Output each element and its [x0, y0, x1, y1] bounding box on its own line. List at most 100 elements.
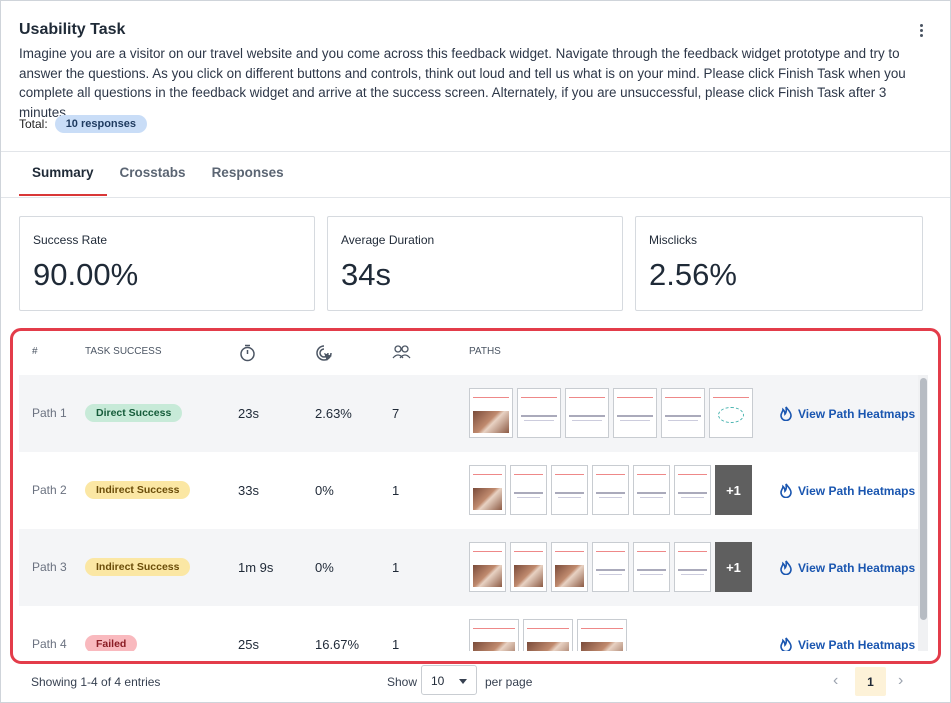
flame-icon: [780, 637, 792, 651]
stat-value: 2.56%: [649, 257, 737, 292]
view-path-heatmaps-link[interactable]: View Path Heatmaps: [779, 406, 915, 421]
col-number: #: [32, 346, 38, 357]
status-badge: Direct Success: [85, 404, 183, 422]
stat-label: Misclicks: [649, 233, 697, 247]
screen-thumbnail[interactable]: [613, 388, 657, 438]
col-paths: PATHS: [469, 346, 501, 357]
screen-thumbnail[interactable]: [510, 542, 547, 592]
status-badge: Indirect Success: [85, 481, 191, 499]
flame-icon: [780, 560, 792, 575]
screen-thumbnail[interactable]: [577, 619, 627, 651]
total-label: Total:: [19, 117, 48, 131]
screen-thumbnail[interactable]: [674, 542, 711, 592]
more-screens-badge[interactable]: +1: [715, 465, 752, 515]
misclick-cell: 16.67%: [315, 637, 360, 651]
screen-thumbnail[interactable]: [551, 542, 588, 592]
stat-value: 34s: [341, 257, 391, 292]
path-name: Path 1: [32, 406, 67, 420]
tab-summary[interactable]: Summary: [19, 165, 107, 196]
tab-responses[interactable]: Responses: [199, 165, 297, 196]
screen-thumbnail[interactable]: [565, 388, 609, 438]
divider: [1, 151, 950, 152]
screen-thumbnail[interactable]: [592, 465, 629, 515]
chevron-right-icon[interactable]: ›: [898, 672, 903, 690]
path-name: Path 2: [32, 483, 67, 497]
path-thumbnails: [469, 388, 757, 438]
users-cell: 7: [392, 406, 400, 421]
stopwatch-icon: [240, 344, 255, 362]
misclick-cell: 0%: [315, 560, 334, 575]
screen-thumbnail[interactable]: [469, 619, 519, 651]
table-row: Path 4 Failed 25s 16.67% 1 View Path Hea…: [19, 606, 918, 651]
stat-card-average-duration: Average Duration 34s: [327, 216, 623, 311]
stat-label: Success Rate: [33, 233, 108, 247]
heatmap-link-label: View Path Heatmaps: [798, 560, 916, 575]
total-responses: Total: 10 responses: [19, 115, 148, 133]
users-cell: 1: [392, 483, 400, 498]
show-label: Show: [387, 675, 418, 689]
status-badge: Indirect Success: [85, 558, 191, 576]
screen-thumbnail[interactable]: [510, 465, 547, 515]
heatmap-link-label: View Path Heatmaps: [798, 406, 916, 421]
stat-label: Average Duration: [341, 233, 435, 247]
table-row: Path 2 Indirect Success 33s 0% 1 +1 View…: [19, 452, 918, 529]
table-scrollbar-thumb[interactable]: [920, 378, 927, 620]
users-cell: 1: [392, 560, 400, 575]
more-screens-badge[interactable]: +1: [715, 542, 752, 592]
path-thumbnails: +1: [469, 465, 756, 515]
users-icon: [392, 345, 411, 359]
misclick-cell: 2.63%: [315, 406, 352, 421]
stat-card-misclicks: Misclicks 2.56%: [635, 216, 923, 311]
path-name: Path 4: [32, 637, 67, 651]
screen-thumbnail[interactable]: [551, 465, 588, 515]
screen-thumbnail[interactable]: [633, 542, 670, 592]
view-path-heatmaps-link[interactable]: View Path Heatmaps: [779, 560, 915, 575]
screen-thumbnail[interactable]: [517, 388, 561, 438]
screen-thumbnail[interactable]: [633, 465, 670, 515]
heatmap-link-label: View Path Heatmaps: [798, 637, 916, 652]
screen-thumbnail[interactable]: [469, 388, 513, 438]
more-options-icon[interactable]: [915, 24, 927, 40]
table-row: Path 1 Direct Success 23s 2.63% 7 View P…: [19, 375, 918, 452]
paths-table-body: Path 1 Direct Success 23s 2.63% 7 View P…: [19, 375, 918, 651]
path-thumbnails: +1: [469, 542, 756, 592]
page-number-button[interactable]: 1: [855, 667, 886, 696]
screen-thumbnail[interactable]: [592, 542, 629, 592]
screen-thumbnail[interactable]: [469, 465, 506, 515]
per-page-select[interactable]: 10: [421, 665, 477, 695]
duration-cell: 23s: [238, 406, 259, 421]
responses-badge: 10 responses: [54, 115, 148, 133]
view-path-heatmaps-link[interactable]: View Path Heatmaps: [779, 483, 915, 498]
status-badge: Failed: [85, 635, 138, 651]
duration-cell: 33s: [238, 483, 259, 498]
view-path-heatmaps-link[interactable]: View Path Heatmaps: [779, 637, 915, 651]
tab-crosstabs[interactable]: Crosstabs: [107, 165, 199, 196]
task-description: Imagine you are a visitor on our travel …: [19, 46, 906, 120]
screen-thumbnail[interactable]: [674, 465, 711, 515]
stat-value: 90.00%: [33, 257, 139, 292]
screen-thumbnail[interactable]: [523, 619, 573, 651]
divider: [1, 197, 950, 198]
per-page-label: per page: [485, 675, 533, 689]
screen-thumbnail[interactable]: [661, 388, 705, 438]
misclick-cell: 0%: [315, 483, 334, 498]
col-task-success: TASK SUCCESS: [85, 346, 162, 357]
heatmap-link-label: View Path Heatmaps: [798, 483, 916, 498]
flame-icon: [780, 483, 792, 498]
table-row: Path 3 Indirect Success 1m 9s 0% 1 +1 Vi…: [19, 529, 918, 606]
cursor-click-icon: [316, 345, 332, 361]
screen-thumbnail[interactable]: [469, 542, 506, 592]
duration-cell: 25s: [238, 637, 259, 651]
stat-card-success-rate: Success Rate 90.00%: [19, 216, 315, 311]
per-page-value: 10: [431, 674, 445, 688]
screen-thumbnail[interactable]: [709, 388, 753, 438]
task-title: Usability Task: [19, 21, 126, 38]
entries-summary: Showing 1-4 of 4 entries: [31, 675, 161, 689]
tab-bar: Summary Crosstabs Responses: [19, 165, 297, 196]
path-thumbnails: [469, 619, 631, 651]
chevron-left-icon[interactable]: ‹: [833, 672, 838, 690]
users-cell: 1: [392, 637, 400, 651]
flame-icon: [780, 406, 792, 421]
caret-down-icon: [459, 679, 467, 684]
duration-cell: 1m 9s: [238, 560, 274, 575]
